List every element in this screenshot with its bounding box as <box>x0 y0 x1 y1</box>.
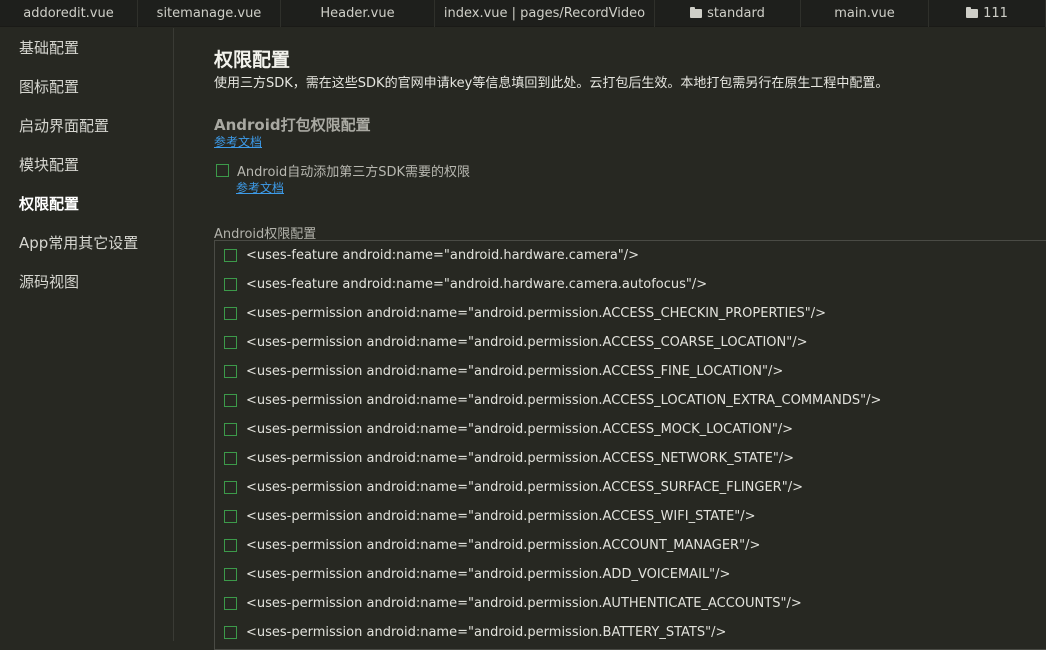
permission-checkbox[interactable] <box>224 510 237 523</box>
editor-tab[interactable]: 111 <box>929 0 1046 27</box>
page-title: 权限配置 <box>214 49 291 71</box>
permission-row[interactable]: <uses-feature android:name="android.hard… <box>215 270 1046 299</box>
editor-tab-label: Header.vue <box>320 6 395 21</box>
permission-checkbox[interactable] <box>224 394 237 407</box>
permission-row[interactable]: <uses-permission android:name="android.p… <box>215 357 1046 386</box>
sidebar-item-source-view[interactable]: 源码视图 <box>0 262 173 301</box>
auto-add-label: Android自动添加第三方SDK需要的权限 <box>237 165 471 180</box>
permission-row[interactable]: <uses-permission android:name="android.p… <box>215 328 1046 357</box>
permission-label: <uses-permission android:name="android.p… <box>246 422 794 437</box>
auto-add-checkbox[interactable] <box>216 164 229 177</box>
page-description: 使用三方SDK，需在这些SDK的官网申请key等信息填回到此处。云打包后生效。本… <box>214 76 889 91</box>
permission-row[interactable]: <uses-permission android:name="android.p… <box>215 386 1046 415</box>
permission-label: <uses-permission android:name="android.p… <box>246 596 802 611</box>
editor-tab-label: sitemanage.vue <box>156 6 262 21</box>
sidebar-item-modules[interactable]: 模块配置 <box>0 145 173 184</box>
permission-label: <uses-permission android:name="android.p… <box>246 306 827 321</box>
permission-checkbox[interactable] <box>224 336 237 349</box>
permission-checkbox[interactable] <box>224 249 237 262</box>
permission-checkbox[interactable] <box>224 539 237 552</box>
editor-tab[interactable]: sitemanage.vue <box>138 0 281 27</box>
editor-tab-label: main.vue <box>834 6 895 21</box>
sidebar-item-splash[interactable]: 启动界面配置 <box>0 106 173 145</box>
permission-row[interactable]: <uses-permission android:name="android.p… <box>215 415 1046 444</box>
permission-label: <uses-permission android:name="android.p… <box>246 335 808 350</box>
permission-label: <uses-permission android:name="android.p… <box>246 480 803 495</box>
permission-row[interactable]: <uses-permission android:name="android.p… <box>215 531 1046 560</box>
editor-tab[interactable]: main.vue <box>801 0 929 27</box>
permissions-list: <uses-feature android:name="android.hard… <box>214 240 1046 650</box>
permissions-panel: 权限配置 使用三方SDK，需在这些SDK的官网申请key等信息填回到此处。云打包… <box>214 28 1046 650</box>
settings-sidebar: 基础配置 图标配置 启动界面配置 模块配置 权限配置 App常用其它设置 源码视图 <box>0 28 174 641</box>
editor-tab-bar: addoredit.vue sitemanage.vue Header.vue ind… <box>0 0 1046 27</box>
permission-checkbox[interactable] <box>224 423 237 436</box>
permission-checkbox[interactable] <box>224 626 237 639</box>
editor-tab[interactable]: index.vue | pages/RecordVideo <box>435 0 655 27</box>
permission-label: <uses-permission android:name="android.p… <box>246 625 727 640</box>
editor-tab-label: index.vue | pages/RecordVideo <box>443 6 646 21</box>
permission-label: <uses-permission android:name="android.p… <box>246 451 795 466</box>
editor-tab-label: addoredit.vue <box>23 6 114 21</box>
reference-doc-link[interactable]: 参考文档 <box>214 133 262 150</box>
auto-add-reference-doc-link[interactable]: 参考文档 <box>236 179 284 196</box>
permission-label: <uses-permission android:name="android.p… <box>246 567 731 582</box>
sidebar-item-app-other[interactable]: App常用其它设置 <box>0 223 173 262</box>
permission-checkbox[interactable] <box>224 307 237 320</box>
editor-tab[interactable]: addoredit.vue <box>0 0 138 27</box>
editor-tab-label: standard <box>707 6 765 21</box>
permission-label: <uses-feature android:name="android.hard… <box>246 248 640 263</box>
permission-checkbox[interactable] <box>224 452 237 465</box>
sidebar-item-basic[interactable]: 基础配置 <box>0 28 173 67</box>
permission-row[interactable]: <uses-permission android:name="android.p… <box>215 502 1046 531</box>
permission-checkbox[interactable] <box>224 568 237 581</box>
folder-icon <box>966 7 979 18</box>
folder-icon <box>690 7 703 18</box>
permission-row[interactable]: <uses-permission android:name="android.p… <box>215 444 1046 473</box>
editor-tab[interactable]: standard <box>655 0 801 27</box>
permission-checkbox[interactable] <box>224 278 237 291</box>
permission-label: <uses-permission android:name="android.p… <box>246 509 756 524</box>
auto-add-sdk-permissions-option[interactable]: Android自动添加第三方SDK需要的权限 <box>216 161 470 180</box>
permission-row[interactable]: <uses-permission android:name="android.p… <box>215 560 1046 589</box>
permission-row[interactable]: <uses-permission android:name="android.p… <box>215 299 1046 328</box>
permission-checkbox[interactable] <box>224 597 237 610</box>
permission-row[interactable]: <uses-permission android:name="android.p… <box>215 618 1046 647</box>
permission-label: <uses-permission android:name="android.p… <box>246 364 784 379</box>
permission-checkbox[interactable] <box>224 365 237 378</box>
editor-tab-label: 111 <box>983 6 1008 21</box>
permission-label: <uses-permission android:name="android.p… <box>246 538 761 553</box>
permission-row[interactable]: <uses-permission android:name="android.p… <box>215 473 1046 502</box>
permission-row[interactable]: <uses-permission android:name="android.p… <box>215 589 1046 618</box>
permission-label: <uses-feature android:name="android.hard… <box>246 277 708 292</box>
permission-row[interactable]: <uses-feature android:name="android.hard… <box>215 241 1046 270</box>
editor-tab[interactable]: Header.vue <box>281 0 435 27</box>
sidebar-item-permissions[interactable]: 权限配置 <box>0 184 173 223</box>
permission-label: <uses-permission android:name="android.p… <box>246 393 882 408</box>
android-section-title: Android打包权限配置 <box>214 116 371 134</box>
sidebar-item-icon[interactable]: 图标配置 <box>0 67 173 106</box>
permission-checkbox[interactable] <box>224 481 237 494</box>
